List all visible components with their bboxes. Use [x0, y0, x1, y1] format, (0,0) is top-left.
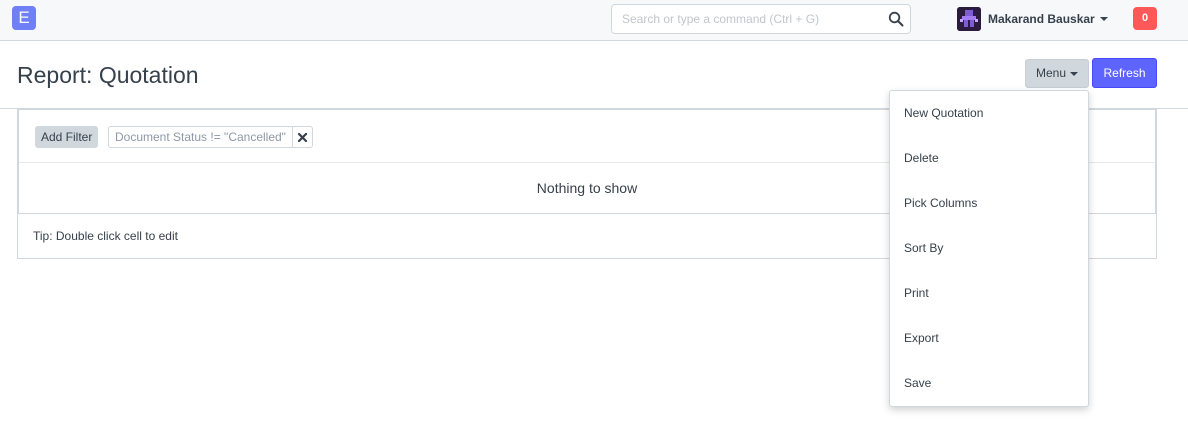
search-icon[interactable]: [888, 11, 904, 27]
menu-item-delete[interactable]: Delete: [890, 136, 1088, 181]
chevron-down-icon: [1070, 71, 1079, 76]
refresh-button[interactable]: Refresh: [1092, 58, 1157, 88]
remove-filter-button[interactable]: [291, 127, 312, 147]
app-logo[interactable]: E: [12, 6, 36, 30]
filter-tag: Document Status != "Cancelled": [108, 126, 313, 148]
tip-text: Tip: Double click cell to edit: [33, 229, 178, 243]
avatar: [957, 7, 981, 31]
menu-item-pick-columns[interactable]: Pick Columns: [890, 181, 1088, 226]
menu-item-save[interactable]: Save: [890, 361, 1088, 406]
navbar: E Makarand Bauskar 0: [0, 0, 1188, 41]
menu-dropdown: New Quotation Delete Pick Columns Sort B…: [889, 90, 1089, 407]
menu-item-export[interactable]: Export: [890, 316, 1088, 361]
user-name: Makarand Bauskar: [988, 12, 1095, 26]
close-icon: [297, 132, 307, 142]
menu-item-print[interactable]: Print: [890, 271, 1088, 316]
notification-badge[interactable]: 0: [1133, 7, 1157, 30]
user-menu[interactable]: Makarand Bauskar: [957, 6, 1108, 32]
menu-item-sort-by[interactable]: Sort By: [890, 226, 1088, 271]
menu-button[interactable]: Menu: [1025, 59, 1089, 88]
search-input[interactable]: [612, 5, 872, 33]
page-title: Report: Quotation: [17, 62, 199, 88]
menu-button-label: Menu: [1035, 66, 1067, 80]
add-filter-button[interactable]: Add Filter: [35, 126, 99, 148]
search-bar: [611, 4, 911, 34]
chevron-down-icon: [1099, 17, 1108, 21]
menu-item-new-quotation[interactable]: New Quotation: [890, 91, 1088, 136]
filter-tag-label[interactable]: Document Status != "Cancelled": [109, 127, 292, 147]
